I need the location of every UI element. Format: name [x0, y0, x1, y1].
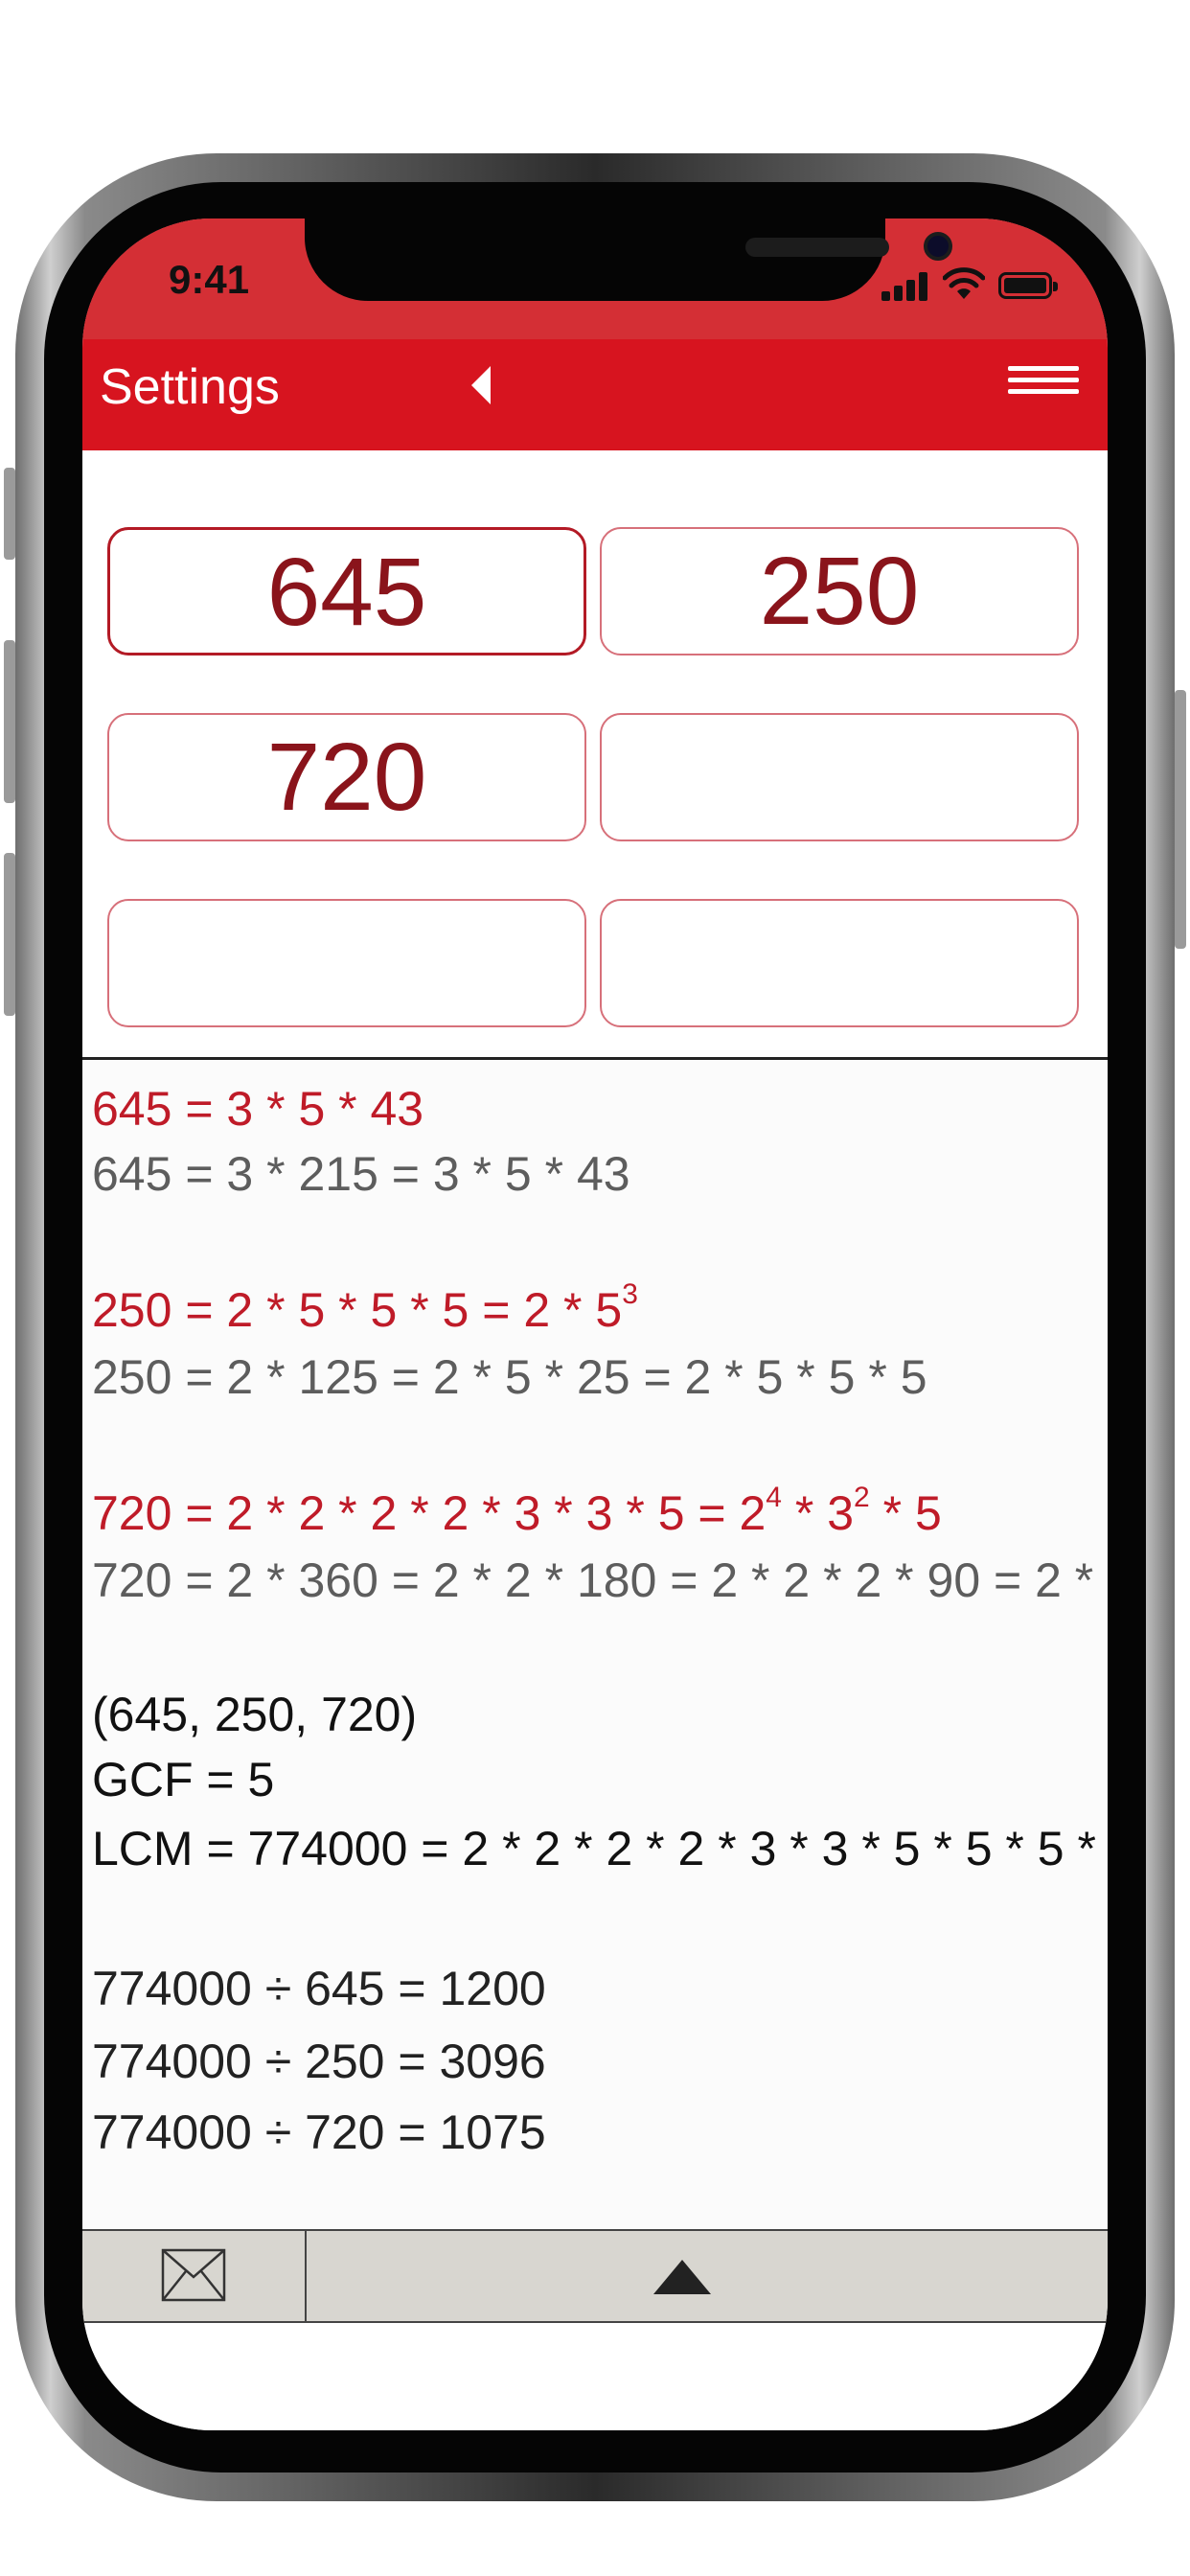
power-button	[1175, 690, 1186, 949]
factorization-steps-250: 250 = 2 * 125 = 2 * 5 * 25 = 2 * 5 * 5 *…	[92, 1350, 927, 1404]
factorization-250-text: 250 = 2 * 5 * 5 * 5 = 2 * 5	[92, 1283, 623, 1337]
number-set: (645, 250, 720)	[92, 1688, 418, 1741]
number-input-2[interactable]: 250	[600, 527, 1079, 656]
factorization-720-part-c: * 5	[869, 1486, 942, 1540]
mute-switch	[4, 468, 15, 560]
page-title[interactable]: Settings	[100, 358, 280, 416]
exponent: 2	[854, 1482, 870, 1513]
factorization-645: 645 = 3 * 5 * 43	[92, 1082, 424, 1136]
number-input-4[interactable]	[600, 713, 1079, 841]
up-arrow-icon[interactable]	[653, 2260, 711, 2298]
exponent: 4	[766, 1482, 782, 1513]
results-panel[interactable]: 645 = 3 * 5 * 43 645 = 3 * 215 = 3 * 5 *…	[82, 1060, 1108, 2229]
factorization-steps-720: 720 = 2 * 360 = 2 * 2 * 180 = 2 * 2 * 2 …	[92, 1553, 1094, 1607]
lcm-division-2: 774000 ÷ 250 = 3096	[92, 2035, 546, 2088]
number-input-5[interactable]	[107, 899, 586, 1027]
number-input-1[interactable]: 645	[107, 527, 586, 656]
envelope-icon[interactable]	[161, 2248, 226, 2302]
bottom-toolbar	[82, 2229, 1108, 2323]
phone-screen: 9:41 Settings 645 250 720 645 = 3 * 5 *	[82, 218, 1108, 2430]
toolbar-divider	[305, 2231, 307, 2321]
wifi-icon	[943, 267, 985, 299]
cellular-signal-icon	[881, 272, 931, 301]
back-triangle-icon[interactable]	[454, 356, 512, 414]
battery-icon	[998, 272, 1058, 299]
number-input-grid: 645 250 720	[82, 450, 1108, 1060]
number-input-6[interactable]	[600, 899, 1079, 1027]
gcf-result: GCF = 5	[92, 1753, 275, 1806]
volume-up-button	[4, 640, 15, 803]
home-indicator-area	[82, 2323, 1108, 2430]
factorization-720-part-a: 720 = 2 * 2 * 2 * 2 * 3 * 3 * 5 = 2	[92, 1486, 767, 1540]
volume-down-button	[4, 853, 15, 1016]
factorization-steps-645: 645 = 3 * 215 = 3 * 5 * 43	[92, 1147, 630, 1201]
notch	[305, 218, 952, 301]
lcm-division-3: 774000 ÷ 720 = 1075	[92, 2105, 546, 2159]
lcm-result: LCM = 774000 = 2 * 2 * 2 * 2 * 3 * 3 * 5…	[92, 1822, 1096, 1875]
number-input-3[interactable]: 720	[107, 713, 586, 841]
earpiece-speaker	[745, 238, 889, 257]
factorization-720: 720 = 2 * 2 * 2 * 2 * 3 * 3 * 5 = 24 * 3…	[92, 1482, 942, 1541]
factorization-720-part-b: * 3	[781, 1486, 855, 1540]
lcm-division-1: 774000 ÷ 645 = 1200	[92, 1962, 546, 2015]
factorization-250: 250 = 2 * 5 * 5 * 5 = 2 * 53	[92, 1278, 638, 1338]
front-camera	[924, 232, 952, 261]
status-time: 9:41	[169, 257, 250, 302]
hamburger-menu-icon[interactable]	[1006, 360, 1083, 404]
exponent: 3	[622, 1278, 638, 1310]
